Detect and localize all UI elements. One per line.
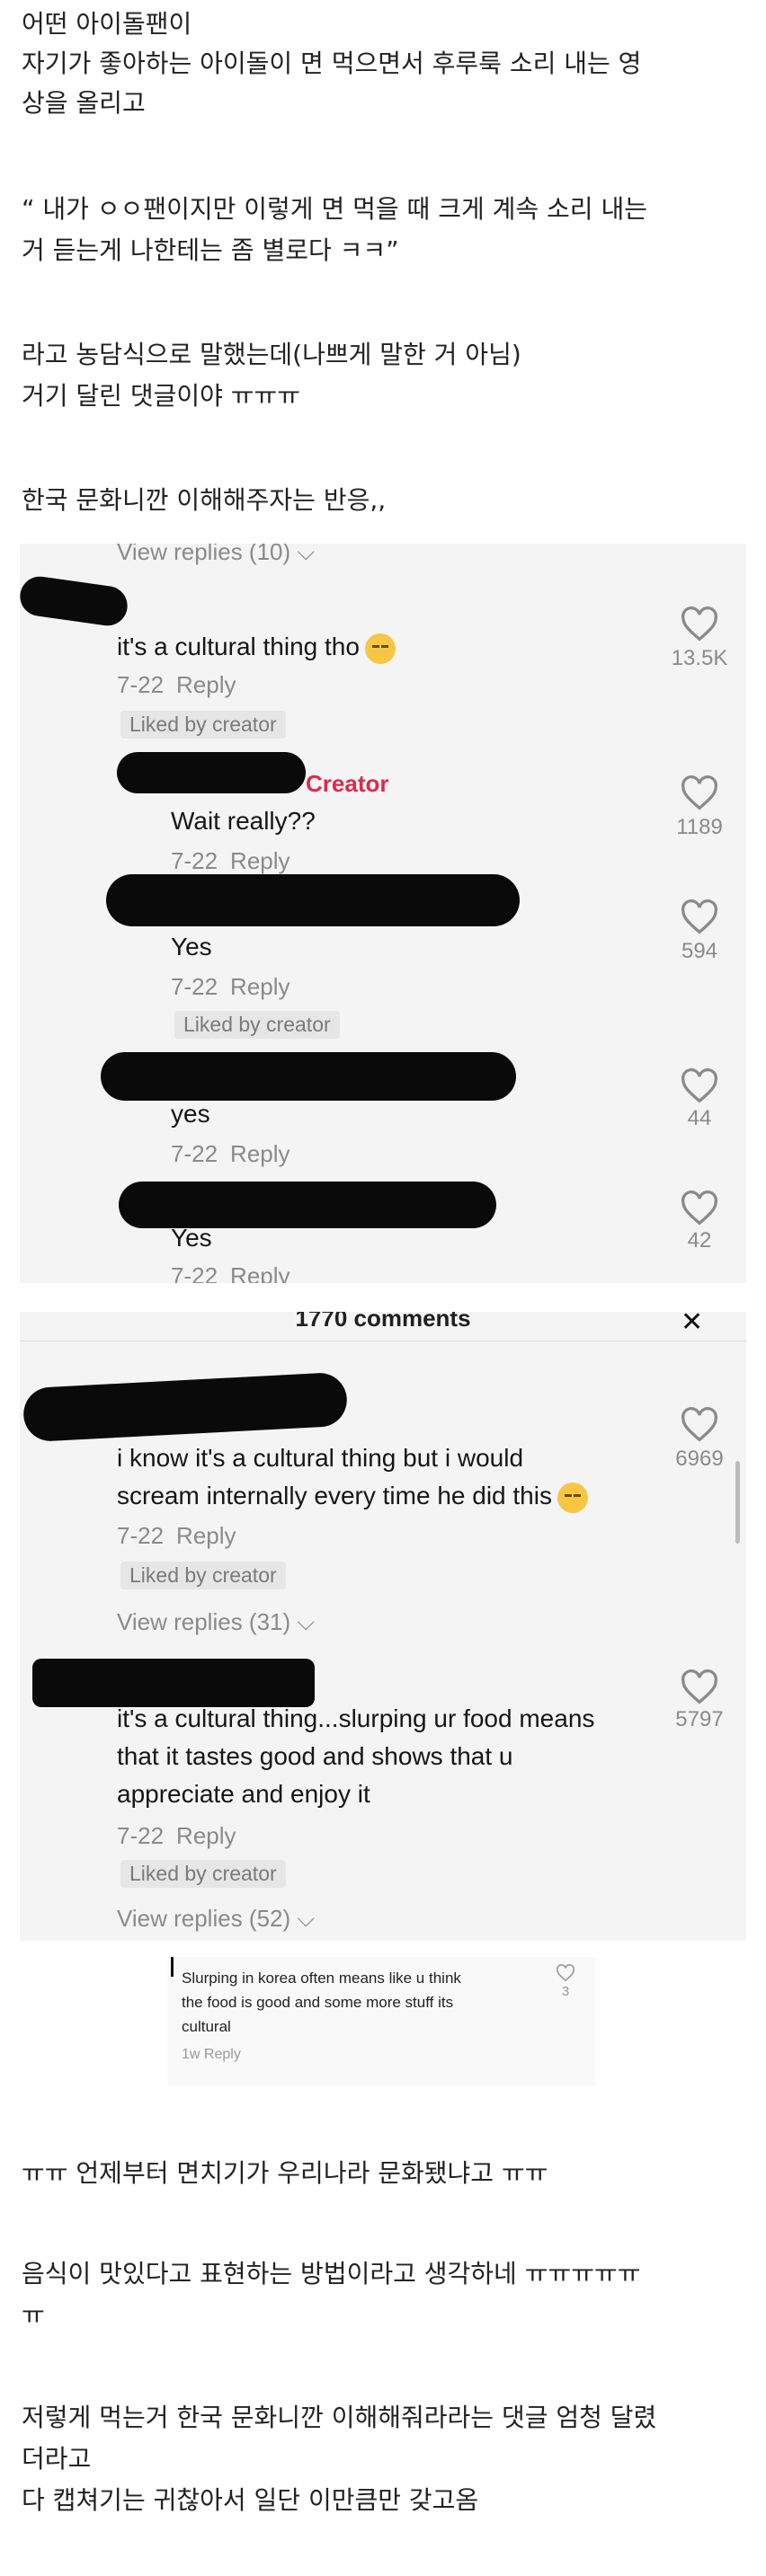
close-icon[interactable]: ✕ [681,1312,703,1338]
reply-button[interactable]: Reply [230,1140,289,1167]
heart-icon[interactable] [680,1068,719,1104]
view-replies-button[interactable]: View replies (52) ⌵ [117,1905,315,1934]
screenshot-comments: 1770 comments ✕ i know it's a cultural t… [20,1312,746,1941]
heart-icon[interactable] [680,1407,719,1443]
intro-line-3: 상을 올리고 [22,88,146,118]
like-count: 3 [561,1984,570,1999]
comment-meta: 7-22 Reply [171,973,290,1000]
comment-text-line-2: scream internally every time he did this [117,1477,588,1515]
like-count: 1189 [676,815,723,839]
liked-by-creator-badge: Liked by creator [120,711,286,739]
comment-text: Wait really?? [171,807,316,835]
comment-text-line-2: the food is good and some more stuff its [182,1994,454,2011]
reply-button[interactable]: Reply [176,1822,236,1849]
liked-by-creator-badge: Liked by creator [174,1011,340,1039]
like-count: 5797 [675,1707,724,1731]
like-count: 13.5K [671,646,728,670]
crying-emoji-icon [557,1482,588,1513]
comment-meta: 7-22 Reply [171,1140,290,1167]
heart-icon[interactable] [680,1191,719,1226]
intro-line-1: 어떤 아이돌팬이 [22,9,192,39]
heart-icon[interactable] [680,775,719,811]
creator-badge: Creator [306,770,389,797]
redaction-mark [20,573,130,629]
screenshot-replies: View replies (10) ⌵ it's a cultural thin… [20,544,746,1283]
comment-text: Slurping in korea often means like u thi… [182,1966,461,2039]
comment-text: Yes [171,933,212,960]
like-count: 594 [681,939,718,963]
comment-meta: 1w Reply [182,2047,241,2062]
outro-line-3c: 다 캡쳐기는 귀찮아서 일단 이만큼만 갖고옴 [22,2485,479,2515]
comment-text-line-1: Slurping in korea often means like u thi… [182,1970,461,1987]
reply-button[interactable]: Reply [230,973,289,1000]
outro-line-1: ㅠㅠ 언제부터 면치기가 우리나라 문화됐냐고 ㅠㅠ [22,2158,548,2188]
liked-by-creator-badge: Liked by creator [120,1562,286,1589]
redaction-mark [22,1371,349,1443]
view-replies-label: View replies (31) [117,1608,291,1635]
reply-button[interactable]: Reply [230,847,289,874]
quote-line-2: 거 듣는게 나한테는 좀 별로다 ㅋㅋ” [22,235,399,265]
view-replies-label: View replies (10) [117,544,291,565]
comment-text-line-1: it's a cultural thing...slurping ur food… [117,1704,595,1732]
after-line-2: 거기 달린 댓글이야 ㅠㅠㅠ [22,381,301,411]
redaction-mark [117,752,306,793]
outro-line-2b: ㅠ [22,2300,45,2330]
reply-button[interactable]: Reply [230,1262,289,1283]
outro-line-3a: 저렇게 먹는거 한국 문화니깐 이해해줘라라는 댓글 엄청 달렸 [22,2403,657,2432]
screenshot-small-comment: Slurping in korea often means like u thi… [167,1957,595,2086]
heart-icon[interactable] [556,1964,575,1982]
redaction-mark [171,1957,174,1977]
comment-text-line-2: that it tastes good and shows that u [117,1742,513,1770]
heart-icon[interactable] [680,606,719,642]
chevron-down-icon: ⌵ [297,1608,316,1635]
comment-text-line-3: appreciate and enjoy it [117,1780,370,1808]
liked-by-creator-badge: Liked by creator [120,1860,286,1888]
view-replies-top[interactable]: View replies (10) ⌵ [117,544,315,567]
heart-icon[interactable] [680,899,719,935]
chevron-down-icon: ⌵ [297,544,316,565]
comment-text-line-3: cultural [182,2018,231,2035]
view-replies-button[interactable]: View replies (31) ⌵ [117,1608,315,1637]
comments-header: 1770 comments [295,1312,471,1332]
reply-button[interactable]: Reply [176,671,236,698]
comment-meta: 7-22 Reply [117,1822,236,1849]
crying-emoji-icon [364,633,396,664]
redaction-mark [106,874,520,926]
intro-line-2: 자기가 좋아하는 아이돌이 면 먹으면서 후루룩 소리 내는 영 [22,49,642,78]
redaction-mark [101,1052,516,1101]
quote-line-1: “ 내가 ㅇㅇ팬이지만 이렇게 면 먹을 때 크게 계속 소리 내는 [22,194,647,224]
comment-meta: 7-22 Reply [117,671,236,698]
reaction-line: 한국 문화니깐 이해해주자는 반응,, [22,485,387,515]
comment-text: it's a cultural thing tho [117,628,396,666]
comment-text: yes [171,1100,210,1128]
comment-meta: 7-22 Reply [171,1262,290,1283]
like-count: 42 [687,1228,712,1253]
reply-button[interactable]: Reply [204,2047,241,2062]
comment-meta: 7-22 Reply [117,1522,236,1549]
view-replies-label: View replies (52) [117,1905,291,1932]
chevron-down-icon: ⌵ [297,1905,316,1932]
outro-line-2a: 음식이 맛있다고 표현하는 방법이라고 생각하네 ㅠㅠㅠㅠㅠ [22,2259,641,2288]
like-count: 44 [687,1106,712,1130]
scrollbar[interactable] [735,1461,740,1544]
comment-text: Yes [171,1224,212,1252]
after-line-1: 라고 농담식으로 말했는데(나쁘게 말한 거 아님) [22,340,521,369]
reply-button[interactable]: Reply [176,1522,236,1549]
like-count: 6969 [675,1447,724,1471]
heart-icon[interactable] [680,1669,719,1705]
comment-text-line-1: i know it's a cultural thing but i would [117,1444,524,1472]
comment-meta: 7-22 Reply [171,847,290,874]
outro-line-3b: 더라고 [22,2444,92,2474]
